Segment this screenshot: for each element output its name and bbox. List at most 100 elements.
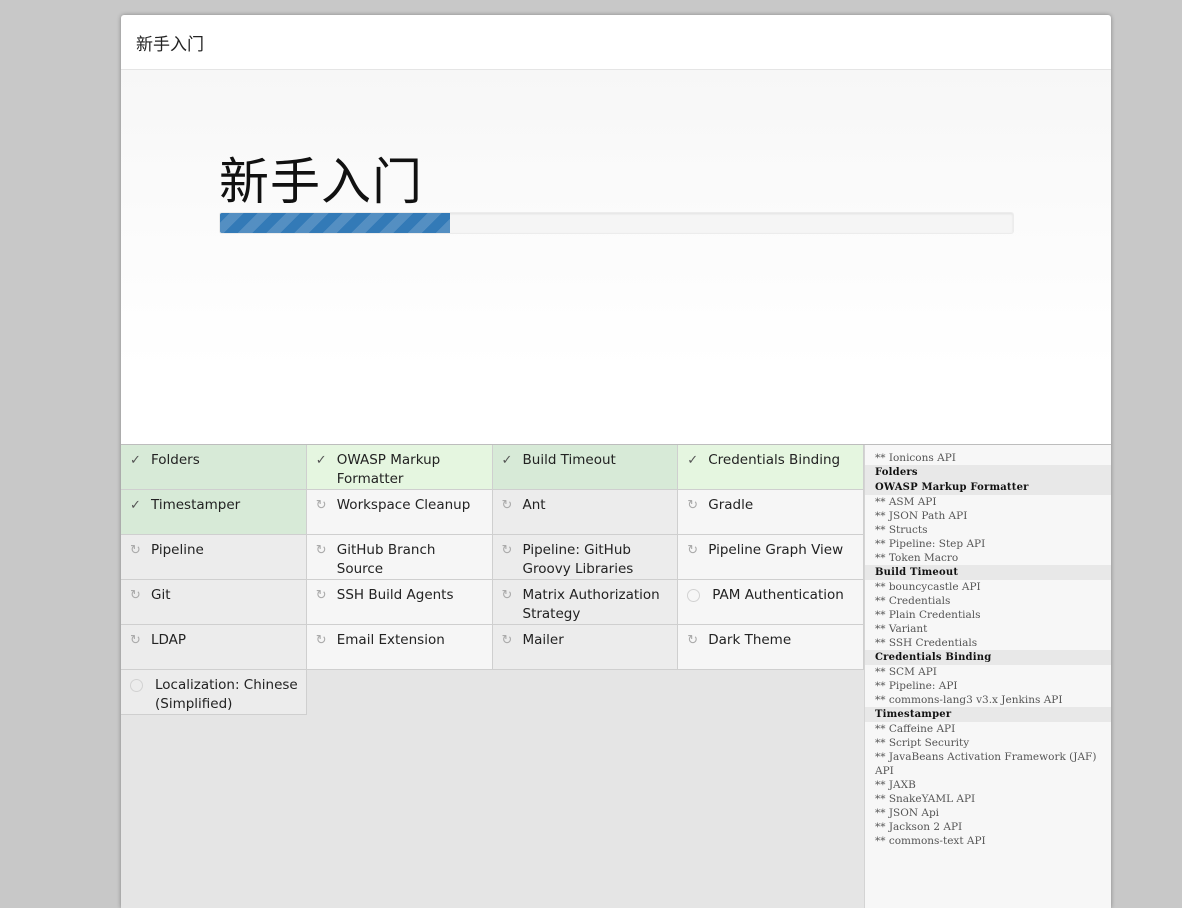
plugin-label: Localization: Chinese (Simplified) [155, 677, 298, 712]
install-log[interactable]: ** Ionicons API Folders OWASP Markup Forma… [864, 445, 1111, 908]
plugin-label: Folders [151, 452, 200, 468]
log-dependency-line: ** SnakeYAML API [875, 793, 976, 805]
log-plugin-heading: Build Timeout [865, 565, 1111, 580]
log-dependency-line: ** JSON Path API [875, 510, 968, 522]
refresh-icon: ↻ [687, 543, 699, 558]
plugin-item: Localization: Chinese (Simplified) [121, 670, 307, 715]
log-dependency-line: ** Caffeine API [875, 723, 956, 735]
refresh-icon: ↻ [501, 633, 513, 648]
log-dependency-line: ** bouncycastle API [875, 581, 981, 593]
plugin-label: Pipeline Graph View [708, 542, 844, 558]
page-title: 新手入门 [219, 153, 423, 211]
plugin-label: Workspace Cleanup [336, 497, 471, 513]
plugin-label: OWASP Markup Formatter [336, 452, 441, 487]
log-dependency-line: ** SSH Credentials [875, 637, 978, 649]
plugin-item: ↻ Ant [492, 490, 679, 535]
plugin-label: Pipeline: GitHub Groovy Libraries [522, 542, 634, 577]
plugin-item: ↻ LDAP [121, 625, 307, 670]
plugin-label: Dark Theme [708, 632, 792, 648]
refresh-icon: ↻ [315, 588, 327, 603]
log-dependency-line: ** Credentials [875, 595, 951, 607]
plugin-item: PAM Authentication [678, 580, 864, 625]
check-icon: ✓ [315, 453, 327, 468]
plugin-label: SSH Build Agents [336, 587, 454, 603]
plugin-item: ✓ OWASP Markup Formatter [306, 445, 493, 490]
plugin-label: Gradle [708, 497, 754, 513]
plugin-label: Pipeline [151, 542, 204, 558]
log-plugin-heading: Credentials Binding [865, 650, 1111, 665]
plugin-item: ↻ GitHub Branch Source [306, 535, 493, 580]
log-dependency-line: ** JavaBeans Activation Framework (JAF) … [875, 751, 1100, 777]
check-icon: ✓ [130, 498, 141, 513]
plugin-item: ↻ Pipeline: GitHub Groovy Libraries [492, 535, 679, 580]
plugin-item: ↻ Email Extension [306, 625, 493, 670]
install-panel: ✓ Folders ✓ OWASP Markup Formatter ✓ Build Ti… [121, 444, 1111, 908]
empty-circle-icon [687, 589, 701, 602]
plugin-label: Timestamper [151, 497, 241, 513]
plugin-item: ↻ Pipeline Graph View [678, 535, 864, 580]
dialog-title: 新手入门 [136, 34, 204, 55]
log-dependency-line: ** JSON Api [875, 807, 940, 819]
log-plugin-heading: Timestamper [865, 707, 1111, 722]
log-plugin-heading: Folders [865, 465, 1111, 480]
log-plugin-heading: OWASP Markup Formatter [865, 480, 1111, 495]
plugin-item: ✓ Build Timeout [492, 445, 679, 490]
refresh-icon: ↻ [315, 498, 327, 513]
plugin-status-grid: ✓ Folders ✓ OWASP Markup Formatter ✓ Build Ti… [121, 445, 864, 715]
refresh-icon: ↻ [687, 498, 699, 513]
install-progress-fill [220, 213, 450, 233]
plugin-item: ↻ Mailer [492, 625, 679, 670]
plugin-item: ↻ Workspace Cleanup [306, 490, 493, 535]
plugin-label: Matrix Authorization Strategy [522, 587, 660, 622]
install-progress [219, 212, 1014, 234]
refresh-icon: ↻ [130, 633, 141, 648]
log-dependency-line: ** Structs [875, 524, 928, 536]
refresh-icon: ↻ [130, 588, 141, 603]
hero-panel: 新手入门 [121, 70, 1111, 444]
check-icon: ✓ [130, 453, 141, 468]
log-dependency-line: ** Token Macro [875, 552, 959, 564]
log-dependency-line: ** Ionicons API [875, 452, 956, 464]
plugin-label: Build Timeout [522, 452, 616, 468]
plugin-item: ↻ Pipeline [121, 535, 307, 580]
plugin-label: GitHub Branch Source [336, 542, 436, 577]
plugin-label: PAM Authentication [712, 587, 844, 603]
check-icon: ✓ [501, 453, 513, 468]
plugin-label: Ant [522, 497, 546, 513]
log-dependency-line: ** Jackson 2 API [875, 821, 963, 833]
refresh-icon: ↻ [315, 543, 327, 558]
plugin-label: LDAP [151, 632, 187, 648]
log-dependency-line: ** ASM API [875, 496, 937, 508]
log-dependency-line: ** Variant [875, 623, 928, 635]
log-dependency-line: ** Script Security [875, 737, 970, 749]
refresh-icon: ↻ [501, 543, 513, 558]
plugin-label: Credentials Binding [708, 452, 841, 468]
plugin-label: Mailer [522, 632, 564, 648]
log-dependency-line: ** JAXB [875, 779, 916, 791]
refresh-icon: ↻ [501, 588, 513, 603]
setup-wizard-dialog: 新手入门 新手入门 ✓ Folders ✓ OWASP Markup Formatte… [121, 15, 1111, 908]
refresh-icon: ↻ [687, 633, 699, 648]
log-dependency-line: ** commons-lang3 v3.x Jenkins API [875, 694, 1063, 706]
plugin-item: ✓ Credentials Binding [678, 445, 864, 490]
log-dependency-line: ** Plain Credentials [875, 609, 981, 621]
plugin-label: Git [151, 587, 171, 603]
plugin-item: ↻ Gradle [678, 490, 864, 535]
plugin-item: ✓ Folders [121, 445, 307, 490]
plugin-item: ✓ Timestamper [121, 490, 307, 535]
refresh-icon: ↻ [315, 633, 327, 648]
log-dependency-line: ** Pipeline: Step API [875, 538, 986, 550]
dialog-header: 新手入门 [121, 15, 1111, 70]
plugin-label: Email Extension [336, 632, 445, 648]
plugin-item: ↻ Matrix Authorization Strategy [492, 580, 679, 625]
check-icon: ✓ [687, 453, 699, 468]
plugin-item: ↻ SSH Build Agents [306, 580, 493, 625]
empty-circle-icon [130, 679, 143, 692]
refresh-icon: ↻ [501, 498, 513, 513]
refresh-icon: ↻ [130, 543, 141, 558]
plugin-item: ↻ Git [121, 580, 307, 625]
log-dependency-line: ** SCM API [875, 666, 937, 678]
log-dependency-line: ** Pipeline: API [875, 680, 958, 692]
plugin-item: ↻ Dark Theme [678, 625, 864, 670]
log-dependency-line: ** commons-text API [875, 835, 986, 847]
